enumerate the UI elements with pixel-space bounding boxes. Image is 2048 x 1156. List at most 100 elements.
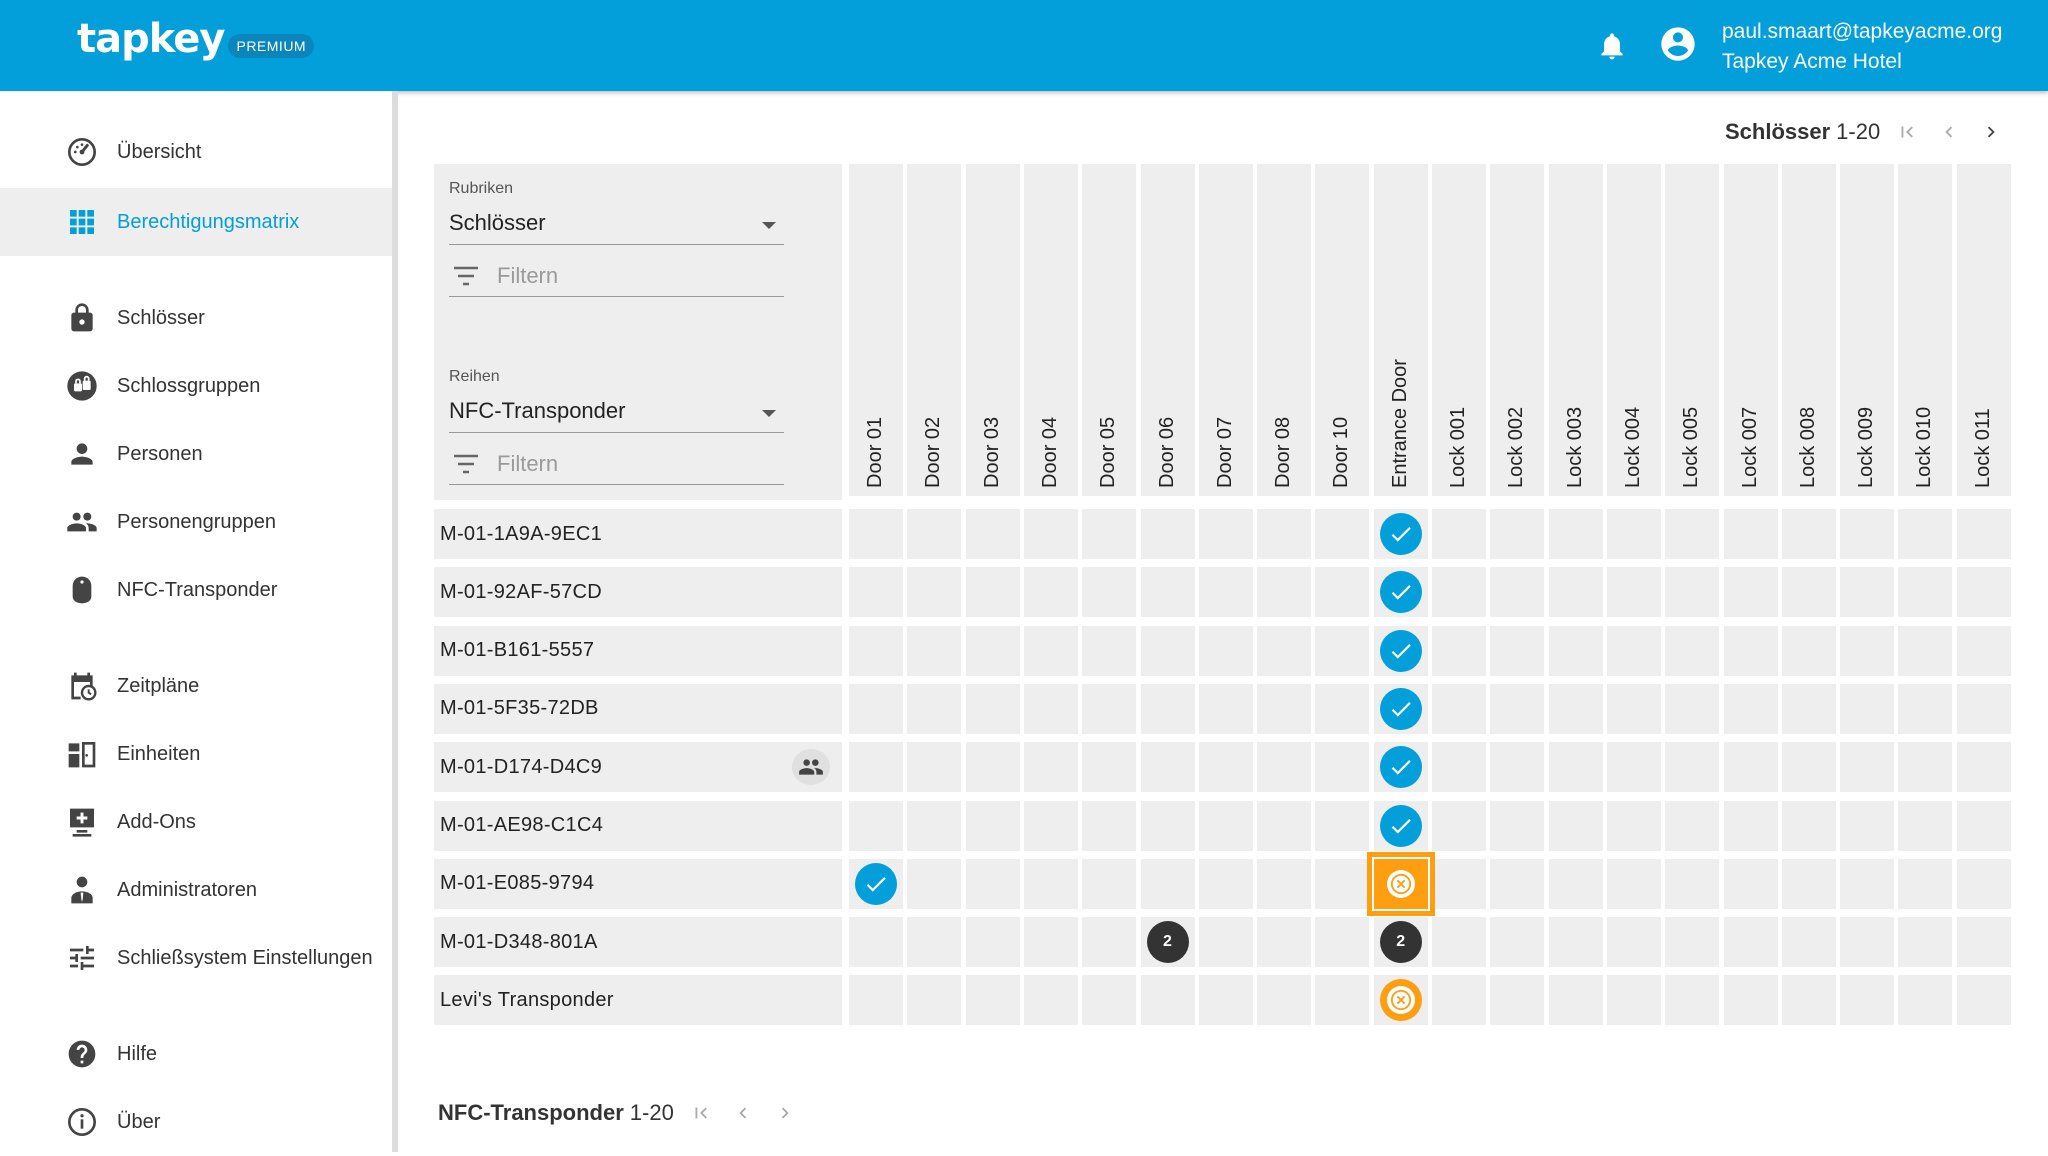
matrix-cell[interactable] xyxy=(1898,567,1953,618)
matrix-cell[interactable] xyxy=(1490,567,1545,618)
matrix-cell[interactable] xyxy=(1490,800,1545,851)
matrix-cell[interactable] xyxy=(1257,800,1312,851)
sidebar-item-schliesssystem-einstellungen[interactable]: Schließsystem Einstellungen xyxy=(0,924,392,992)
row-header-m-01-b161-5557[interactable]: M-01-B161-5557 xyxy=(434,625,842,676)
account-circle-icon[interactable] xyxy=(1658,24,1698,64)
matrix-cell[interactable] xyxy=(965,975,1020,1026)
matrix-cell[interactable] xyxy=(1781,800,1836,851)
matrix-cell[interactable] xyxy=(1723,509,1778,559)
matrix-cell[interactable] xyxy=(1840,567,1895,618)
matrix-cell[interactable] xyxy=(1665,509,1720,559)
matrix-cell[interactable] xyxy=(907,858,962,909)
column-header-door-10[interactable]: Door 10 xyxy=(1315,164,1370,496)
matrix-cell[interactable] xyxy=(1432,683,1486,734)
matrix-cell[interactable] xyxy=(1781,742,1836,793)
sidebar-item-uebersicht[interactable]: Übersicht xyxy=(0,118,392,186)
matrix-cell[interactable] xyxy=(1840,917,1895,968)
matrix-cell[interactable] xyxy=(1023,858,1078,909)
matrix-cell[interactable] xyxy=(1490,858,1545,909)
matrix-cell[interactable] xyxy=(907,625,962,676)
matrix-cell[interactable] xyxy=(849,917,903,968)
sidebar-item-administratoren[interactable]: Administratoren xyxy=(0,856,392,924)
matrix-cell[interactable] xyxy=(1665,742,1720,793)
matrix-cell[interactable] xyxy=(1606,917,1661,968)
matrix-cell[interactable] xyxy=(1898,509,1953,559)
matrix-cell[interactable] xyxy=(1548,567,1603,618)
matrix-cell[interactable] xyxy=(1840,625,1895,676)
column-header-door-01[interactable]: Door 01 xyxy=(849,164,903,496)
matrix-cell[interactable] xyxy=(1956,683,2011,734)
matrix-cell[interactable] xyxy=(1432,917,1486,968)
column-header-door-04[interactable]: Door 04 xyxy=(1023,164,1078,496)
matrix-cell[interactable] xyxy=(1373,975,1428,1026)
matrix-cell[interactable] xyxy=(1023,625,1078,676)
matrix-cell[interactable] xyxy=(1781,625,1836,676)
matrix-cell[interactable] xyxy=(907,683,962,734)
column-header-door-03[interactable]: Door 03 xyxy=(965,164,1020,496)
column-header-lock-011[interactable]: Lock 011 xyxy=(1956,164,2011,496)
matrix-cell[interactable] xyxy=(1548,917,1603,968)
matrix-cell[interactable] xyxy=(1490,742,1545,793)
matrix-cell[interactable] xyxy=(1898,800,1953,851)
matrix-cell[interactable] xyxy=(1665,975,1720,1026)
matrix-cell[interactable] xyxy=(1082,742,1137,793)
matrix-cell[interactable] xyxy=(1140,742,1195,793)
matrix-cell[interactable] xyxy=(1840,509,1895,559)
matrix-cell[interactable] xyxy=(1023,917,1078,968)
column-header-lock-004[interactable]: Lock 004 xyxy=(1606,164,1661,496)
first-page-button[interactable] xyxy=(686,1098,716,1128)
matrix-cell[interactable] xyxy=(1490,975,1545,1026)
matrix-cell[interactable] xyxy=(1023,742,1078,793)
matrix-cell[interactable] xyxy=(1373,683,1428,734)
matrix-cell[interactable] xyxy=(1373,625,1428,676)
matrix-cell[interactable] xyxy=(849,975,903,1026)
matrix-cell[interactable] xyxy=(1606,683,1661,734)
matrix-cell[interactable] xyxy=(1140,683,1195,734)
matrix-cell[interactable] xyxy=(1665,800,1720,851)
matrix-cell[interactable] xyxy=(1723,625,1778,676)
matrix-cell[interactable] xyxy=(1198,509,1253,559)
next-page-button[interactable] xyxy=(770,1098,800,1128)
matrix-cell[interactable] xyxy=(1548,800,1603,851)
matrix-cell[interactable] xyxy=(1257,858,1312,909)
reihen-select[interactable]: NFC-Transponder xyxy=(449,392,784,433)
sidebar-item-ueber[interactable]: Über xyxy=(0,1088,392,1156)
matrix-cell[interactable] xyxy=(965,800,1020,851)
matrix-cell[interactable] xyxy=(1257,567,1312,618)
sidebar-item-personengruppen[interactable]: Personengruppen xyxy=(0,488,392,556)
matrix-cell[interactable] xyxy=(1315,509,1370,559)
matrix-cell[interactable] xyxy=(1781,917,1836,968)
column-header-door-07[interactable]: Door 07 xyxy=(1198,164,1253,496)
matrix-cell[interactable] xyxy=(1548,509,1603,559)
column-header-entrance-door[interactable]: Entrance Door xyxy=(1373,164,1428,496)
matrix-cell[interactable] xyxy=(1781,975,1836,1026)
matrix-cell[interactable] xyxy=(1956,800,2011,851)
matrix-cell[interactable] xyxy=(1198,858,1253,909)
matrix-cell[interactable] xyxy=(849,742,903,793)
matrix-cell[interactable] xyxy=(849,683,903,734)
matrix-cell[interactable] xyxy=(1490,917,1545,968)
matrix-cell[interactable] xyxy=(1840,858,1895,909)
matrix-cell[interactable] xyxy=(965,858,1020,909)
matrix-cell[interactable] xyxy=(1366,851,1435,916)
row-header-m-01-ae98-c1c4[interactable]: M-01-AE98-C1C4 xyxy=(434,800,842,851)
matrix-cell[interactable] xyxy=(965,567,1020,618)
matrix-cell[interactable] xyxy=(907,567,962,618)
matrix-cell[interactable] xyxy=(1548,975,1603,1026)
matrix-cell[interactable] xyxy=(1140,625,1195,676)
matrix-cell[interactable] xyxy=(1840,683,1895,734)
matrix-cell[interactable] xyxy=(965,917,1020,968)
matrix-cell[interactable] xyxy=(1432,742,1486,793)
matrix-cell[interactable] xyxy=(1082,509,1137,559)
row-header-m-01-d174-d4c9[interactable]: M-01-D174-D4C9 xyxy=(434,742,842,793)
matrix-cell[interactable] xyxy=(1373,567,1428,618)
matrix-cell[interactable] xyxy=(849,800,903,851)
row-header-levi-s-transponder[interactable]: Levi's Transponder xyxy=(434,975,842,1026)
notification-bell-icon[interactable] xyxy=(1596,30,1628,62)
matrix-cell[interactable] xyxy=(1665,683,1720,734)
matrix-cell[interactable] xyxy=(1082,625,1137,676)
matrix-cell[interactable] xyxy=(907,917,962,968)
next-page-button[interactable] xyxy=(1976,117,2006,147)
first-page-button[interactable] xyxy=(1892,117,1922,147)
matrix-cell[interactable] xyxy=(1315,800,1370,851)
